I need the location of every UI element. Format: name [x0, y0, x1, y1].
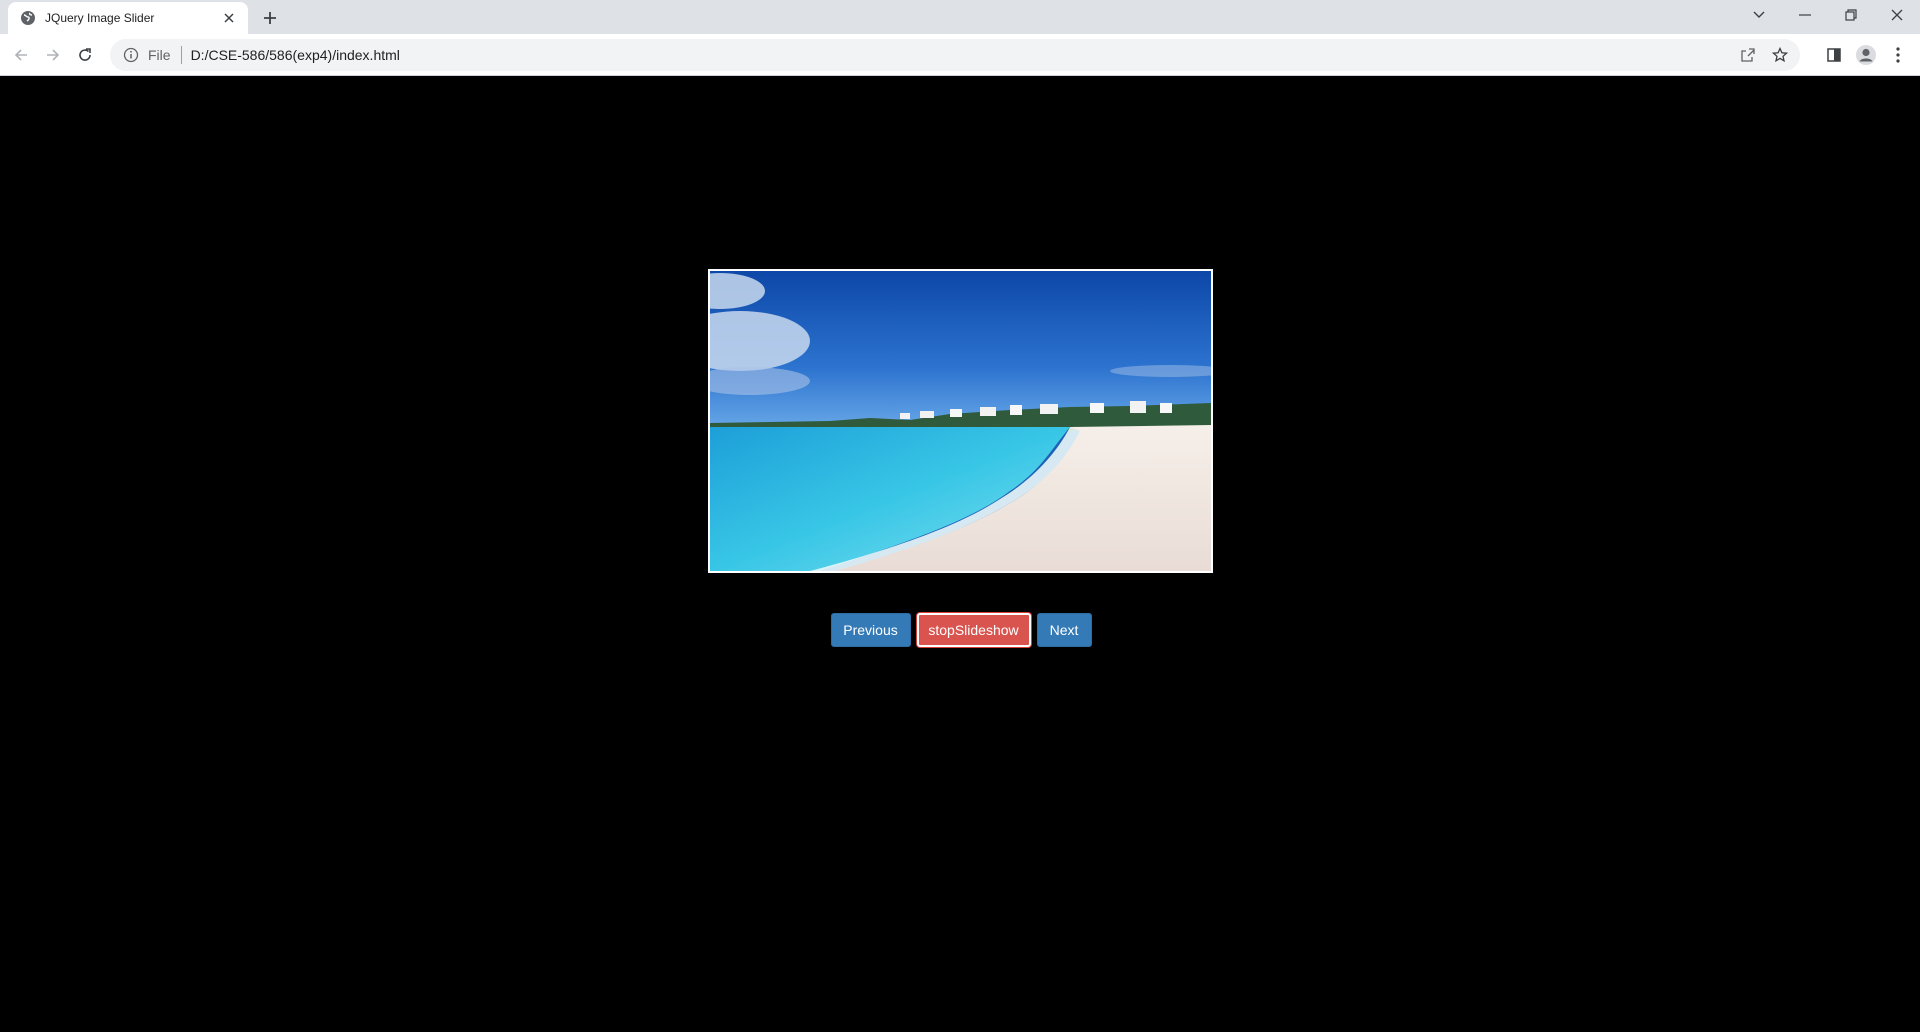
next-button[interactable]: Next [1036, 613, 1092, 647]
more-menu-icon[interactable] [1884, 41, 1912, 69]
plus-icon[interactable] [259, 7, 281, 29]
star-icon[interactable] [1766, 41, 1794, 69]
chevron-down-icon[interactable] [1736, 0, 1782, 30]
address-separator [180, 46, 182, 64]
close-icon[interactable] [220, 9, 238, 27]
browser-tab[interactable]: JQuery Image Slider [8, 2, 248, 34]
beach-photo [710, 271, 1211, 571]
previous-button[interactable]: Previous [830, 613, 911, 647]
url-text[interactable]: D:/CSE-586/586(exp4)/index.html [191, 47, 400, 63]
reload-icon[interactable] [71, 41, 99, 69]
slide-image [708, 269, 1213, 573]
forward-arrow-icon[interactable] [39, 41, 67, 69]
url-scheme-label: File [148, 47, 171, 63]
slider-controls: Previous stopSlideshow Next [0, 613, 1920, 647]
tab-strip: JQuery Image Slider [0, 0, 1920, 34]
minimize-icon[interactable] [1782, 0, 1828, 30]
stop-slideshow-button[interactable]: stopSlideshow [916, 613, 1031, 647]
share-icon[interactable] [1734, 41, 1762, 69]
globe-icon [20, 10, 36, 26]
profile-avatar-icon[interactable] [1852, 41, 1880, 69]
address-bar[interactable]: File D:/CSE-586/586(exp4)/index.html [110, 39, 1800, 71]
page-viewport: Previous stopSlideshow Next [0, 77, 1920, 1032]
back-arrow-icon[interactable] [7, 41, 35, 69]
side-panel-icon[interactable] [1820, 41, 1848, 69]
window-close-icon[interactable] [1874, 0, 1920, 30]
tab-title: JQuery Image Slider [45, 11, 155, 25]
info-icon[interactable] [123, 47, 139, 63]
browser-toolbar: File D:/CSE-586/586(exp4)/index.html [0, 34, 1920, 76]
restore-icon[interactable] [1828, 0, 1874, 30]
